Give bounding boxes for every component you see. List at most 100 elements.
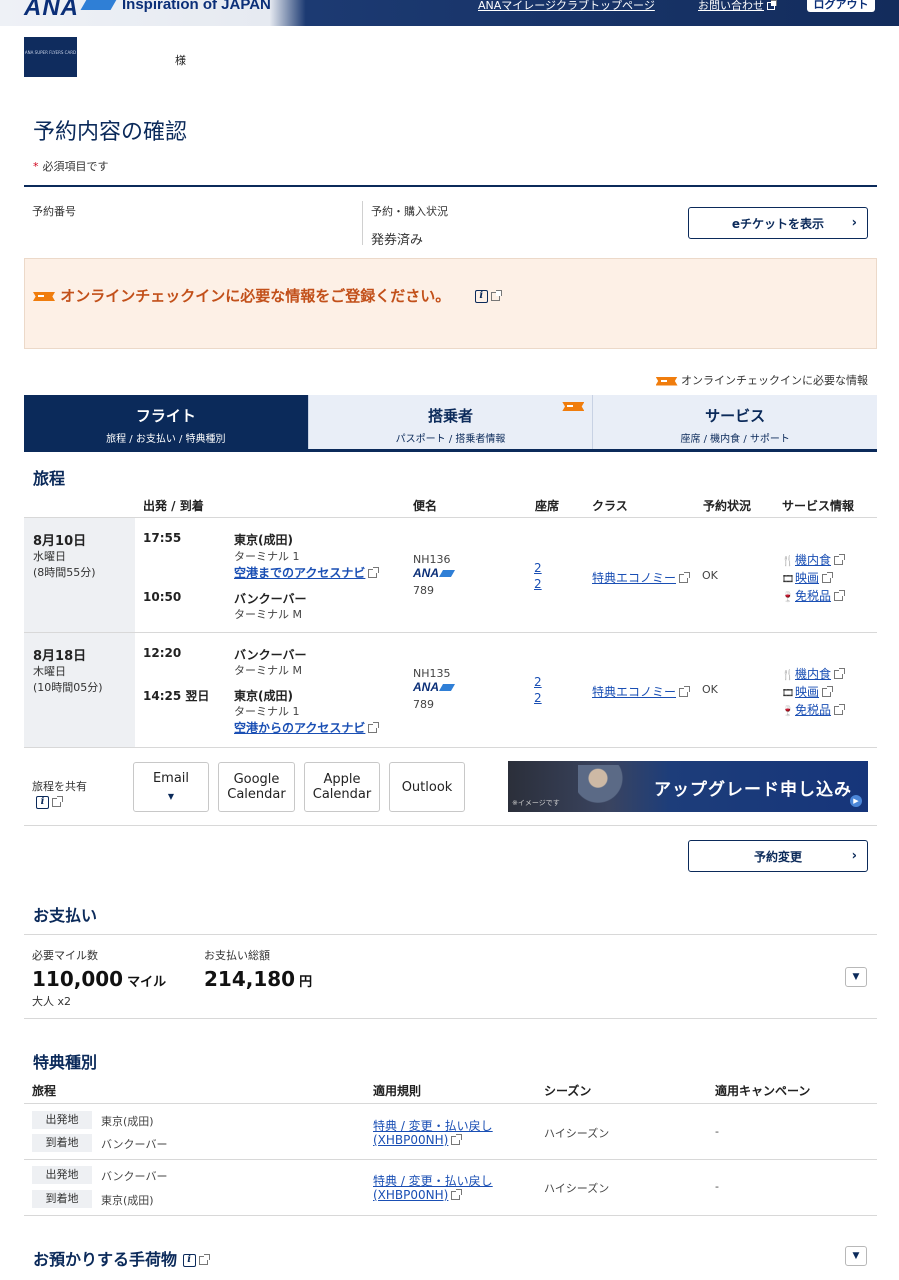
leg2-access-link[interactable]: 空港からのアクセスナビ — [234, 719, 380, 736]
leg2-seat-1[interactable]: 2 — [534, 675, 542, 689]
leg2-arr-terminal: ターミナル 1 — [234, 705, 300, 718]
external-link-icon — [679, 572, 691, 583]
reservation-tabs: フライト 旅程 / お支払い / 特典種別 搭乗者 パスポート / 搭乗者情報 … — [24, 395, 877, 449]
leg-divider — [24, 632, 877, 633]
leg1-aircraft: 789 — [413, 584, 434, 597]
award1-rule-link[interactable]: 特典 / 変更・払い戻し — [373, 1117, 493, 1134]
share-label: 旅程を共有 — [32, 780, 87, 793]
share-info[interactable]: i — [36, 795, 63, 809]
member-card-logo: ANA SUPER FLYERS CARD — [24, 37, 77, 77]
leg2-class-link[interactable]: 特典エコノミー — [592, 683, 691, 700]
itinerary-title: 旅程 — [33, 469, 66, 488]
itinerary-header-rule — [24, 517, 877, 518]
share-bottom-rule — [24, 825, 877, 826]
departure-pill: 出発地 — [32, 1111, 92, 1129]
play-arrow-icon: ▶ — [850, 795, 862, 807]
external-link-icon — [834, 554, 846, 565]
checkin-message[interactable]: オンラインチェックインに必要な情報をご登録ください。 i — [33, 285, 502, 306]
booking-status-label: 予約・購入状況 — [371, 205, 448, 218]
award-header-rule — [24, 1103, 877, 1104]
award1-rule-code-link[interactable]: (XHBP00NH) — [373, 1133, 463, 1147]
checkin-tag-icon — [655, 376, 678, 386]
upgrade-banner[interactable]: ※イメージです アップグレード申し込み ▶ — [508, 761, 868, 812]
col-class: クラス — [592, 499, 628, 513]
tab-passenger[interactable]: 搭乗者 パスポート / 搭乗者情報 — [309, 395, 594, 449]
leg1-class-link[interactable]: 特典エコノミー — [592, 569, 691, 586]
change-reservation-button[interactable]: 予約変更 › — [688, 840, 868, 872]
payment-expand-button[interactable]: ▼ — [845, 967, 867, 987]
tab-flight[interactable]: フライト 旅程 / お支払い / 特典種別 — [24, 395, 309, 449]
film-icon: 🎞 — [781, 574, 795, 585]
baggage-expand-button[interactable]: ▼ — [845, 1246, 867, 1266]
leg1-meal-link[interactable]: 🍴機内食 — [781, 551, 846, 568]
leg2-arr-time: 14:25 翌日 — [143, 689, 210, 703]
award-col-campaign: 適用キャンペーン — [715, 1084, 811, 1098]
col-dep-arr: 出発 / 到着 — [143, 499, 204, 513]
amc-top-link[interactable]: ANAマイレージクラブトップページ — [478, 0, 655, 13]
leg1-access-link[interactable]: 空港までのアクセスナビ — [234, 564, 380, 581]
apple-calendar-button[interactable]: Apple Calendar — [304, 762, 380, 812]
info-icon[interactable]: i — [36, 796, 49, 809]
tabs-underline — [24, 449, 877, 452]
leg2-meal-link[interactable]: 🍴機内食 — [781, 665, 846, 682]
passenger-photo — [578, 765, 628, 809]
award1-dep: 東京(成田) — [101, 1115, 154, 1128]
itinerary-bottom-rule — [24, 747, 877, 748]
leg1-movie-link[interactable]: 🎞映画 — [781, 569, 834, 586]
fork-knife-icon: 🍴 — [781, 556, 795, 567]
caret-down-icon: ▼ — [852, 972, 860, 982]
award-bottom-rule — [24, 1215, 877, 1216]
leg1-seat-1[interactable]: 2 — [534, 561, 542, 575]
leg1-dutyfree-link[interactable]: 🍷免税品 — [781, 587, 846, 604]
logout-button[interactable]: ログアウト — [807, 0, 875, 12]
leg2-dep-time: 12:20 — [143, 646, 182, 660]
member-name-suffix: 様 — [175, 54, 186, 67]
leg1-date-cell: 8月10日 水曜日 (8時間55分) — [24, 518, 135, 632]
passenger-count: 大人 x2 — [32, 995, 72, 1008]
award-col-rule: 適用規則 — [373, 1084, 422, 1098]
required-note: * 必須項目です — [33, 160, 109, 173]
tab-service[interactable]: サービス 座席 / 機内食 / サポート — [593, 395, 877, 449]
award2-rule-code-link[interactable]: (XHBP00NH) — [373, 1188, 463, 1202]
payment-title: お支払い — [33, 906, 98, 925]
dutyfree-icon: 🍷 — [781, 592, 795, 603]
external-link-icon — [368, 722, 380, 733]
external-link-icon — [198, 1254, 210, 1265]
top-header: ANA Inspiration of JAPAN ANAマイレージクラブトップペ… — [0, 0, 899, 26]
checkin-tag-icon — [33, 292, 55, 301]
ana-logo[interactable]: ANA — [24, 0, 79, 22]
arrival-pill: 到着地 — [32, 1190, 92, 1208]
leg1-seat-2[interactable]: 2 — [534, 577, 542, 591]
award2-rule-link[interactable]: 特典 / 変更・払い戻し — [373, 1172, 493, 1189]
show-eticket-button[interactable]: eチケットを表示 › — [688, 207, 868, 239]
ana-carrier-icon: ANA — [413, 680, 453, 694]
info-icon[interactable]: i — [182, 1254, 196, 1267]
share-email-button[interactable]: Email ▼ — [133, 762, 209, 812]
leg2-status: OK — [702, 683, 718, 696]
payment-bottom-rule — [24, 1018, 877, 1019]
award-row-divider — [24, 1159, 877, 1160]
ana-logo-stripe — [80, 0, 118, 10]
departure-pill: 出発地 — [32, 1166, 92, 1184]
award-col-route: 旅程 — [32, 1084, 57, 1098]
chevron-right-icon: › — [851, 215, 857, 231]
leg2-seat-2[interactable]: 2 — [534, 691, 542, 705]
award2-campaign: - — [715, 1180, 719, 1193]
caret-down-icon: ▼ — [852, 1251, 860, 1261]
leg2-arr-city: 東京(成田) — [234, 689, 293, 703]
col-status: 予約状況 — [703, 499, 752, 513]
fork-knife-icon: 🍴 — [781, 670, 795, 681]
outlook-button[interactable]: Outlook — [389, 762, 465, 812]
booking-number-label: 予約番号 — [32, 205, 76, 218]
leg2-aircraft: 789 — [413, 698, 434, 711]
award1-season: ハイシーズン — [544, 1127, 610, 1140]
ana-carrier-icon: ANA — [413, 566, 453, 580]
leg2-movie-link[interactable]: 🎞映画 — [781, 683, 834, 700]
dutyfree-icon: 🍷 — [781, 706, 795, 717]
leg2-dutyfree-link[interactable]: 🍷免税品 — [781, 701, 846, 718]
google-calendar-button[interactable]: Google Calendar — [218, 762, 295, 812]
info-icon[interactable]: i — [474, 290, 488, 303]
award2-dep: バンクーバー — [101, 1170, 168, 1183]
external-link-icon — [451, 1189, 463, 1200]
contact-link[interactable]: お問い合わせ — [698, 0, 777, 13]
